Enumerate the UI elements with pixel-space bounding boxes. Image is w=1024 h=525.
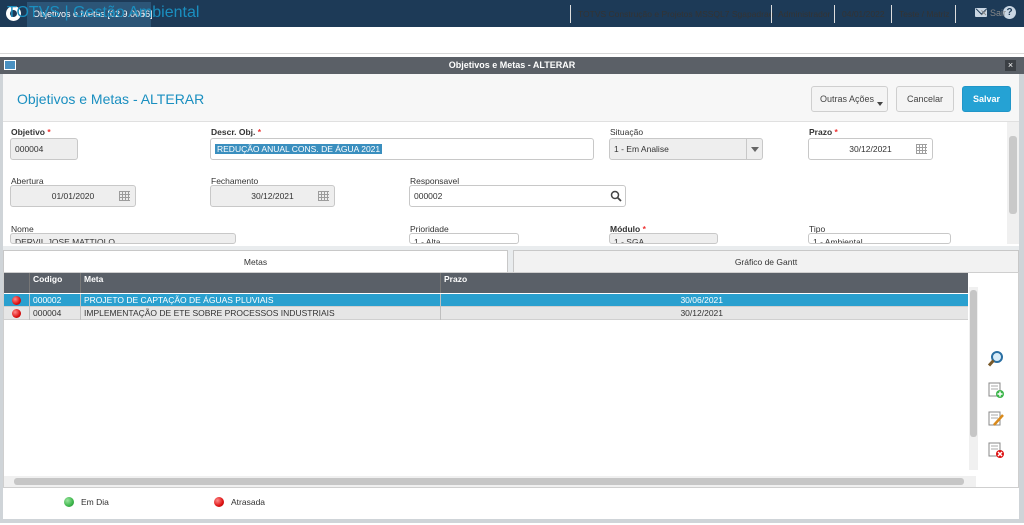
prazo-column-header[interactable]: Prazo xyxy=(440,273,968,293)
tipo-select[interactable]: 1 - Ambiental xyxy=(808,233,951,244)
grid-horizontal-scrollbar-thumb[interactable] xyxy=(14,478,964,485)
tab-grafico-gantt[interactable]: Gráfico de Gantt xyxy=(513,250,1019,272)
cancel-button[interactable]: Cancelar xyxy=(896,86,954,112)
responsavel-field[interactable]: 000002 xyxy=(409,185,626,207)
chevron-down-icon xyxy=(877,102,883,106)
modulo-select[interactable]: 1 - SGA xyxy=(609,233,718,244)
window-close-button[interactable]: × xyxy=(1005,60,1016,71)
descr-obj-field[interactable]: REDUÇÃO ANUAL CONS. DE ÁGUA 2021 xyxy=(210,138,594,160)
divider xyxy=(955,5,956,23)
prazo-label: Prazo * xyxy=(809,127,838,137)
codigo-cell: 000002 xyxy=(29,294,80,307)
objetivo-field[interactable]: 000004 xyxy=(10,138,78,160)
nome-field[interactable]: DERVIL JOSE MATTIOLO xyxy=(10,233,236,244)
grid-header: Codigo Meta Prazo xyxy=(4,273,968,293)
branch-info: Teste / Matriz xyxy=(899,9,950,19)
codigo-cell: 000004 xyxy=(29,307,80,320)
exit-button[interactable]: ✕ Sair xyxy=(980,8,1006,19)
chevron-down-icon[interactable] xyxy=(746,139,762,159)
status-column-header xyxy=(4,273,29,293)
prazo-cell: 30/12/2021 xyxy=(440,307,968,320)
situacao-label: Situação xyxy=(610,127,644,137)
situacao-select[interactable]: 1 - Em Analise xyxy=(609,138,763,160)
prazo-value: 30/12/2021 xyxy=(849,144,892,154)
window-title: Objetivos e Metas - ALTERAR xyxy=(448,60,576,70)
table-row[interactable]: 000002 PROJETO DE CAPTAÇÃO DE ÁGUAS PLUV… xyxy=(4,294,968,307)
prazo-field[interactable]: 30/12/2021 xyxy=(808,138,933,160)
add-icon[interactable] xyxy=(987,381,1005,399)
prazo-cell: 30/06/2021 xyxy=(440,294,968,307)
meta-column-header[interactable]: Meta xyxy=(80,273,440,293)
situacao-value: 1 - Em Analise xyxy=(614,144,669,154)
divider xyxy=(891,5,892,23)
divider xyxy=(570,5,571,23)
table-row[interactable]: 000004 IMPLEMENTAÇÃO DE ETE SOBRE PROCES… xyxy=(4,307,968,320)
abertura-field[interactable]: 01/01/2020 xyxy=(10,185,136,207)
company-info: TOTVS Construção e Projetos MSSQL7 Sgapa… xyxy=(578,9,774,19)
date-info: 04/01/2022 xyxy=(842,9,885,19)
edit-icon[interactable] xyxy=(987,410,1005,428)
grid-vertical-scrollbar-thumb[interactable] xyxy=(970,290,977,437)
legend xyxy=(3,488,1019,519)
prioridade-select[interactable]: 1 - Alta xyxy=(409,233,519,244)
late-status-icon xyxy=(214,497,224,507)
descr-obj-value: REDUÇÃO ANUAL CONS. DE ÁGUA 2021 xyxy=(215,144,383,154)
form-scrollbar-thumb[interactable] xyxy=(1009,136,1017,214)
meta-cell: IMPLEMENTAÇÃO DE ETE SOBRE PROCESSOS IND… xyxy=(80,307,440,320)
app-header xyxy=(0,27,1024,54)
legend-on-time-label: Em Dia xyxy=(81,497,109,507)
save-button[interactable]: Salvar xyxy=(962,86,1011,112)
divider xyxy=(834,5,835,23)
tab-metas[interactable]: Metas xyxy=(3,250,508,272)
on-time-status-icon xyxy=(64,497,74,507)
fechamento-field[interactable]: 30/12/2021 xyxy=(210,185,335,207)
user-info: Administrador xyxy=(778,9,831,19)
search-icon[interactable] xyxy=(987,350,1005,368)
meta-cell: PROJETO DE CAPTAÇÃO DE ÁGUAS PLUVIAIS xyxy=(80,294,440,307)
late-status-icon xyxy=(12,309,21,318)
responsavel-value: 000002 xyxy=(414,191,443,201)
divider xyxy=(771,5,772,23)
legend-late-label: Atrasada xyxy=(231,497,266,507)
delete-icon[interactable] xyxy=(987,441,1005,459)
fechamento-value: 30/12/2021 xyxy=(251,191,294,201)
calendar-icon[interactable] xyxy=(318,191,329,201)
codigo-column-header[interactable]: Codigo xyxy=(29,273,80,293)
descr-obj-label: Descr. Obj. * xyxy=(211,127,262,137)
calendar-icon[interactable] xyxy=(119,191,130,201)
late-status-icon xyxy=(12,296,21,305)
outras-acoes-button[interactable]: Outras Ações xyxy=(811,86,888,112)
calendar-icon[interactable] xyxy=(916,144,927,154)
form-title: Objetivos e Metas - ALTERAR xyxy=(17,91,205,107)
objetivo-label: Objetivo * xyxy=(11,127,51,137)
outras-acoes-label: Outras Ações xyxy=(820,94,875,104)
abertura-value: 01/01/2020 xyxy=(51,191,95,201)
search-icon[interactable] xyxy=(610,190,622,202)
app-title: TOTVS | Gestão Ambiental xyxy=(7,4,200,21)
